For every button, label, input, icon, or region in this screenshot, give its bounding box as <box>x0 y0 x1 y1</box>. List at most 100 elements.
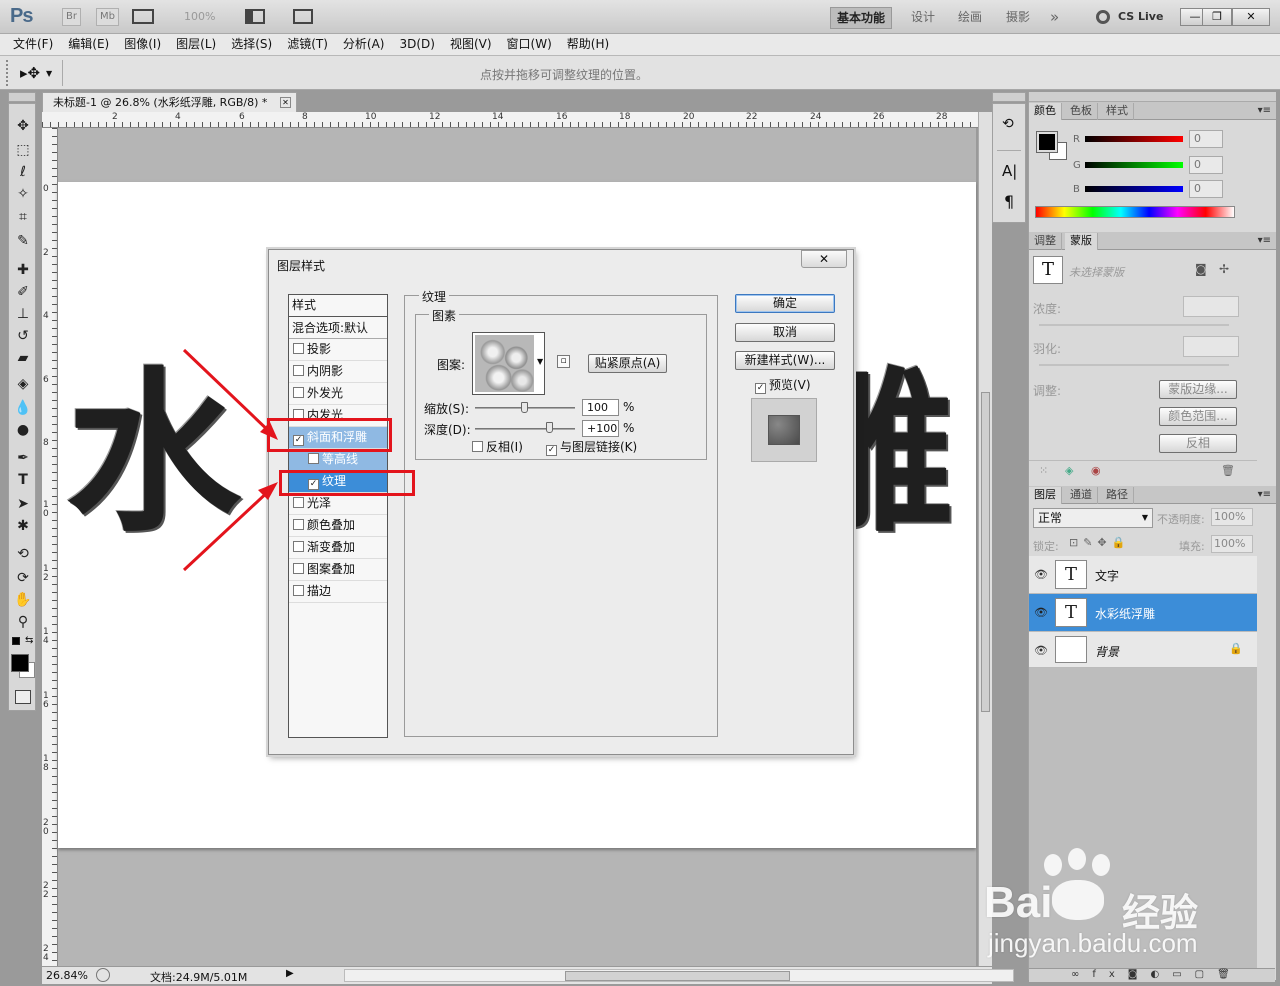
menu-file[interactable]: 文件(F) <box>13 34 53 55</box>
new-preset-icon[interactable]: ▫ <box>557 355 570 368</box>
history-brush-tool-icon[interactable]: ↺ <box>12 326 34 346</box>
layer-row-watercolor-emboss[interactable]: 👁 T 水彩纸浮雕 <box>1029 594 1257 632</box>
red-slider[interactable] <box>1085 136 1183 142</box>
cslive-button[interactable]: CS Live <box>1118 10 1163 23</box>
menu-filter[interactable]: 滤镜(T) <box>287 34 328 55</box>
cancel-button[interactable]: 取消 <box>735 323 835 342</box>
lasso-tool-icon[interactable]: ℓ <box>12 162 34 182</box>
pattern-picker[interactable]: ▼ <box>472 332 545 395</box>
menu-help[interactable]: 帮助(H) <box>567 34 609 55</box>
toolbar-header[interactable] <box>8 92 36 102</box>
more-workspaces-button[interactable]: » <box>1044 7 1065 29</box>
clone-stamp-tool-icon[interactable]: ⊥ <box>12 304 34 324</box>
status-icon[interactable] <box>96 968 110 982</box>
tab-channels[interactable]: 通道 <box>1065 487 1098 504</box>
brush-tool-icon[interactable]: ✐ <box>12 282 34 302</box>
status-menu-arrow-icon[interactable]: ▶ <box>286 968 294 979</box>
history-icon[interactable]: ⟲ <box>1002 116 1014 132</box>
gradient-overlay-checkbox[interactable] <box>293 541 304 552</box>
layers-footer-icons[interactable]: ∞fx◙◐▭▢🗑 <box>1029 968 1275 982</box>
delete-mask-icon[interactable]: 🗑 <box>1221 464 1235 477</box>
vertical-scrollbar[interactable] <box>978 112 992 966</box>
style-contour[interactable]: 等高线 <box>289 449 387 471</box>
mask-edge-button[interactable]: 蒙版边缘... <box>1159 380 1237 399</box>
opacity-field[interactable]: 100% <box>1211 508 1253 526</box>
dock-strip-header[interactable] <box>992 92 1026 102</box>
panel-menu-icon[interactable]: ▾≡ <box>1258 489 1271 500</box>
horizontal-ruler[interactable]: 2 4 6 8 10 12 14 16 18 20 22 24 26 28 <box>42 112 978 128</box>
view-extras-icon[interactable] <box>132 9 154 24</box>
blue-slider[interactable] <box>1085 186 1183 192</box>
green-value[interactable]: 0 <box>1189 156 1223 174</box>
style-gradient-overlay[interactable]: 渐变叠加 <box>289 537 387 559</box>
eye-icon[interactable]: 👁 <box>1034 606 1048 619</box>
hand-tool-icon[interactable]: ✋ <box>12 590 34 610</box>
lock-icons[interactable]: ⊡✎✥🔒 <box>1069 536 1130 549</box>
zoom-tool-icon[interactable]: ⚲ <box>12 612 34 632</box>
style-drop-shadow[interactable]: 投影 <box>289 339 387 361</box>
menu-select[interactable]: 选择(S) <box>231 34 272 55</box>
chevron-down-icon[interactable]: ▼ <box>537 357 543 366</box>
preview-option[interactable]: ✓ 预览(V) <box>755 376 811 394</box>
blending-options[interactable]: 混合选项:默认 <box>289 317 387 339</box>
satin-checkbox[interactable] <box>293 497 304 508</box>
panel-menu-icon[interactable]: ▾≡ <box>1258 235 1271 246</box>
tab-layers[interactable]: 图层 <box>1029 487 1062 504</box>
link-with-layer-option[interactable]: ✓ 与图层链接(K) <box>546 438 637 456</box>
blur-tool-icon[interactable]: 💧 <box>12 398 34 418</box>
styles-header[interactable]: 样式 <box>289 295 387 317</box>
workspace-design[interactable]: 设计 <box>905 7 941 29</box>
density-slider[interactable] <box>1039 324 1229 326</box>
dodge-tool-icon[interactable]: ● <box>12 420 34 440</box>
dock-header[interactable] <box>1029 92 1276 102</box>
outer-glow-checkbox[interactable] <box>293 387 304 398</box>
disable-mask-icon[interactable]: ◉ <box>1091 464 1101 477</box>
style-outer-glow[interactable]: 外发光 <box>289 383 387 405</box>
menu-3d[interactable]: 3D(D) <box>399 34 434 55</box>
default-colors-icon[interactable] <box>12 637 20 645</box>
color-range-button[interactable]: 颜色范围... <box>1159 407 1237 426</box>
vertical-scroll-thumb[interactable] <box>981 392 990 712</box>
blue-value[interactable]: 0 <box>1189 180 1223 198</box>
workspace-painting[interactable]: 绘画 <box>952 7 988 29</box>
eyedropper-tool-icon[interactable]: ✎ <box>12 231 34 251</box>
tab-swatches[interactable]: 色板 <box>1065 103 1098 120</box>
tab-adjustments[interactable]: 调整 <box>1029 233 1062 250</box>
apply-mask-icon[interactable]: ◈ <box>1065 464 1073 477</box>
style-color-overlay[interactable]: 颜色叠加 <box>289 515 387 537</box>
inner-shadow-checkbox[interactable] <box>293 365 304 376</box>
eye-icon[interactable]: 👁 <box>1034 644 1048 657</box>
panel-menu-icon[interactable]: ▾≡ <box>1258 105 1271 116</box>
close-tab-icon[interactable]: ✕ <box>280 97 291 108</box>
link-with-layer-checkbox[interactable]: ✓ <box>546 445 557 456</box>
preview-checkbox[interactable]: ✓ <box>755 383 766 394</box>
drop-shadow-checkbox[interactable] <box>293 343 304 354</box>
quick-mask-icon[interactable] <box>15 690 31 704</box>
options-grip[interactable] <box>6 60 12 86</box>
depth-slider-thumb[interactable] <box>546 422 553 433</box>
stroke-checkbox[interactable] <box>293 585 304 596</box>
healing-brush-tool-icon[interactable]: ✚ <box>12 260 34 280</box>
menu-analysis[interactable]: 分析(A) <box>343 34 385 55</box>
tab-color[interactable]: 颜色 <box>1029 103 1062 120</box>
scale-input[interactable]: 100 <box>582 399 619 416</box>
invert-checkbox[interactable] <box>472 441 483 452</box>
quick-select-tool-icon[interactable]: ✧ <box>12 184 34 204</box>
load-selection-icon[interactable]: ⁙ <box>1039 464 1048 477</box>
menu-window[interactable]: 窗口(W) <box>507 34 552 55</box>
vector-mask-icon[interactable]: ✢ <box>1219 262 1229 276</box>
horizontal-scroll-thumb[interactable] <box>565 971 790 981</box>
workspace-essentials[interactable]: 基本功能 <box>830 7 893 29</box>
chevron-down-icon[interactable]: ▼ <box>46 69 52 78</box>
3d-orbit-tool-icon[interactable]: ⟳ <box>12 568 34 588</box>
new-style-button[interactable]: 新建样式(W)... <box>735 351 835 370</box>
style-pattern-overlay[interactable]: 图案叠加 <box>289 559 387 581</box>
pen-tool-icon[interactable]: ✒ <box>12 448 34 468</box>
tab-paths[interactable]: 路径 <box>1101 487 1134 504</box>
eraser-tool-icon[interactable]: ▰ <box>12 348 34 368</box>
paint-bucket-tool-icon[interactable]: ◈ <box>12 374 34 394</box>
tab-styles[interactable]: 样式 <box>1101 103 1134 120</box>
depth-slider[interactable] <box>475 428 575 430</box>
green-slider[interactable] <box>1085 162 1183 168</box>
foreground-color-swatch[interactable] <box>11 654 29 672</box>
